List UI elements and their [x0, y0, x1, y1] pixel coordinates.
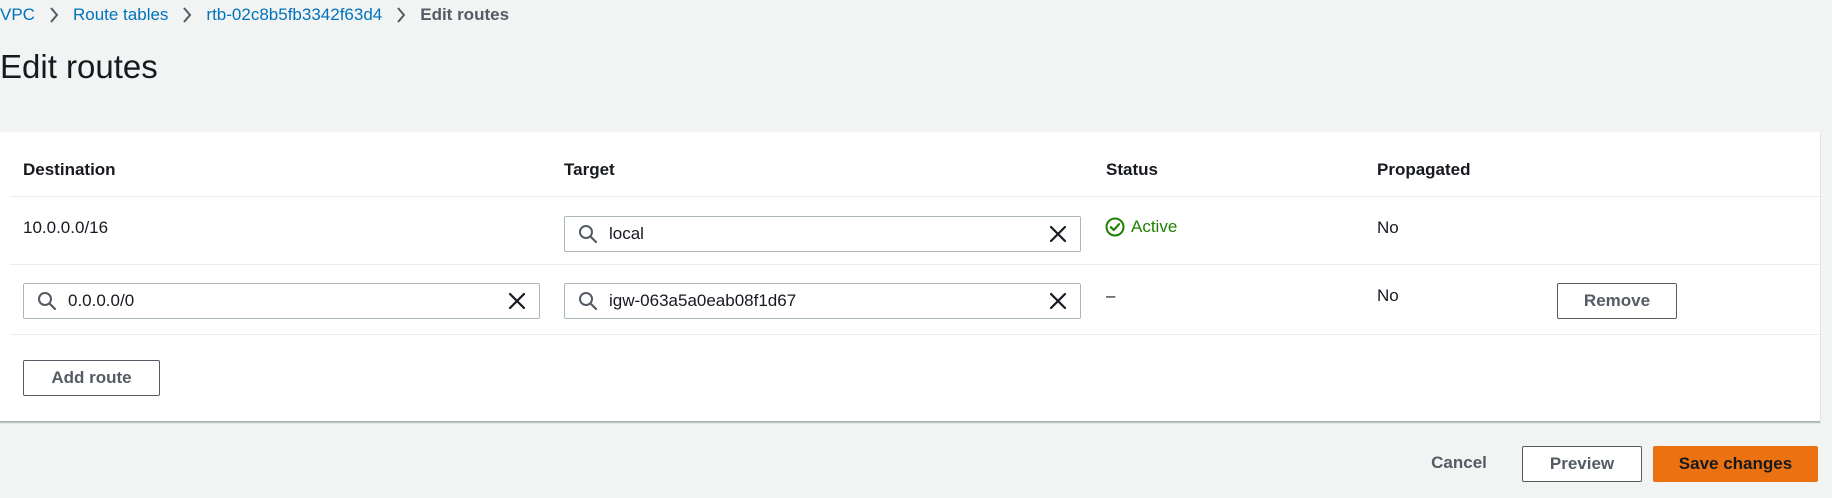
- target-input-value: igw-063a5a0eab08f1d67: [609, 291, 797, 310]
- destination-input[interactable]: 0.0.0.0/0: [23, 283, 540, 319]
- chevron-right-icon: [168, 4, 206, 26]
- chevron-right-icon: [35, 4, 73, 26]
- save-changes-button[interactable]: Save changes: [1653, 446, 1818, 482]
- destination-value: 10.0.0.0/16: [23, 218, 109, 237]
- routes-panel: Destination Target Status Propagated 10.…: [0, 132, 1820, 422]
- column-header-status: Status: [1106, 160, 1158, 179]
- column-header-propagated: Propagated: [1377, 160, 1471, 179]
- preview-button[interactable]: Preview: [1522, 446, 1642, 482]
- close-icon[interactable]: [1046, 222, 1070, 246]
- column-header-target: Target: [564, 160, 615, 179]
- propagated-value: No: [1377, 218, 1399, 237]
- check-circle-icon: [1105, 217, 1125, 237]
- chevron-right-icon: [382, 4, 420, 26]
- status-text: Active: [1131, 217, 1178, 236]
- breadcrumb-current: Edit routes: [420, 5, 510, 24]
- breadcrumb-route-tables[interactable]: Route tables: [73, 5, 168, 25]
- destination-input-value: 0.0.0.0/0: [68, 291, 135, 310]
- propagated-value: No: [1377, 286, 1399, 305]
- row-divider: [10, 264, 1820, 265]
- target-input-value: local: [609, 224, 644, 243]
- close-icon[interactable]: [505, 289, 529, 313]
- status-value: –: [1106, 286, 1116, 305]
- search-icon: [36, 290, 58, 312]
- remove-route-button[interactable]: Remove: [1557, 283, 1677, 319]
- close-icon[interactable]: [1046, 289, 1070, 313]
- column-header-destination: Destination: [23, 160, 116, 179]
- breadcrumb-route-table-id[interactable]: rtb-02c8b5fb3342f63d4: [206, 5, 382, 25]
- breadcrumb: VPC Route tables rtb-02c8b5fb3342f63d4 E…: [0, 4, 509, 26]
- header-divider: [10, 196, 1820, 197]
- status-badge: Active: [1105, 217, 1177, 237]
- target-input[interactable]: igw-063a5a0eab08f1d67: [564, 283, 1081, 319]
- breadcrumb-vpc[interactable]: VPC: [0, 5, 35, 25]
- cancel-button[interactable]: Cancel: [1418, 445, 1500, 481]
- search-icon: [577, 290, 599, 312]
- search-icon: [577, 223, 599, 245]
- add-route-button[interactable]: Add route: [23, 360, 160, 396]
- target-input[interactable]: local: [564, 216, 1081, 252]
- page-title: Edit routes: [0, 48, 158, 85]
- row-divider: [10, 334, 1820, 335]
